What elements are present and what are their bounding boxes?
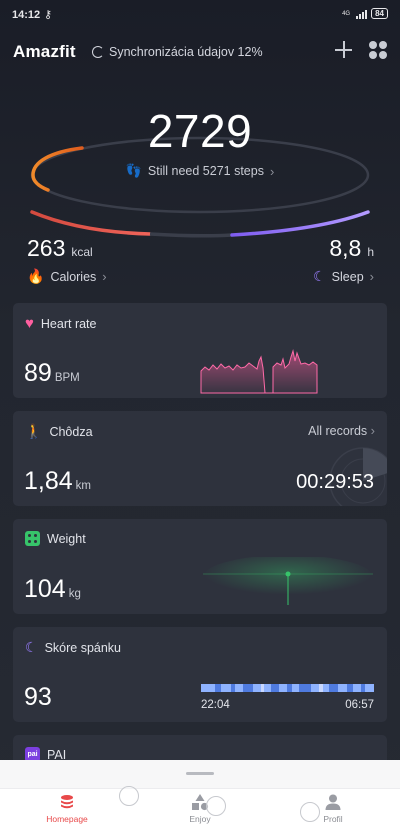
- touch-indicator: [300, 802, 320, 822]
- status-time: 14:12: [12, 9, 41, 21]
- all-records-link[interactable]: All records ›: [308, 423, 375, 438]
- drag-handle[interactable]: [186, 772, 214, 775]
- apps-grid-button[interactable]: [369, 41, 387, 59]
- heart-rate-reading: 89 BPM: [24, 359, 80, 388]
- heart-rate-unit: BPM: [54, 372, 80, 384]
- touch-indicator: [206, 796, 226, 816]
- sleep-arc: [230, 210, 370, 237]
- walking-title: 🚶 Chôdza: [25, 423, 93, 440]
- weight-unit: kg: [68, 588, 81, 600]
- chevron-right-icon: ›: [269, 163, 275, 179]
- calories-unit: kcal: [71, 245, 93, 259]
- homepage-icon: [61, 795, 73, 809]
- flame-icon: 🔥: [27, 268, 45, 284]
- scale-icon: [25, 531, 40, 546]
- app-header: Amazfit Synchronizácia údajov 12%: [0, 36, 400, 68]
- tab-bar: Homepage Enjoy Profil: [0, 788, 400, 833]
- sleep-label: Sleep: [331, 269, 364, 284]
- sleep-score-title: ☾ Skóre spánku: [25, 639, 121, 656]
- weight-value: 104: [24, 575, 66, 603]
- battery-icon: 84: [371, 8, 388, 19]
- tab-enjoy-label: Enjoy: [189, 814, 211, 824]
- sleep-score-reading: 93: [24, 683, 52, 712]
- weight-reading: 104 kg: [24, 575, 81, 604]
- signal-icon: [356, 9, 368, 19]
- sleep-value: 8,8: [329, 235, 362, 261]
- calories-summary[interactable]: 263 kcal 🔥 Calories ›: [27, 235, 107, 285]
- walking-duration: 00:29:53: [296, 471, 374, 493]
- walking-card[interactable]: 🚶 Chôdza All records › 1,84 km 00:29:53: [13, 411, 387, 506]
- status-indicators: 4G 84: [342, 8, 388, 19]
- walking-person-icon: 🚶: [25, 423, 43, 439]
- heart-icon: ♥: [25, 315, 34, 332]
- activity-dial[interactable]: 2729 👣 Still need 5271 steps › 263 kcal 🔥…: [0, 80, 400, 290]
- calories-value: 263: [27, 235, 66, 261]
- tab-homepage[interactable]: Homepage: [22, 793, 112, 824]
- heart-rate-card[interactable]: ♥ Heart rate 89 BPM: [13, 303, 387, 398]
- chevron-right-icon: ›: [369, 269, 374, 284]
- key-icon: ⚷: [44, 9, 53, 21]
- app-title: Amazfit: [13, 42, 76, 61]
- steps-remaining[interactable]: 👣 Still need 5271 steps ›: [0, 163, 400, 179]
- heart-rate-value: 89: [24, 359, 52, 387]
- all-records-text: All records: [308, 424, 368, 438]
- touch-indicator: [119, 786, 139, 806]
- chevron-right-icon: ›: [102, 269, 107, 284]
- weight-card[interactable]: Weight 104 kg: [13, 519, 387, 614]
- sync-spinner-icon: [92, 46, 104, 58]
- sleep-start-time: 22:04: [201, 699, 230, 711]
- tab-profile-label: Profil: [323, 814, 343, 824]
- walking-distance: 1,84 km: [24, 467, 91, 496]
- walking-label: Chôdza: [49, 424, 93, 439]
- sleep-unit: h: [367, 245, 374, 259]
- heart-rate-title: ♥ Heart rate: [25, 315, 97, 332]
- walking-distance-unit: km: [75, 480, 92, 492]
- inner-ring-track: [149, 232, 233, 238]
- sleep-summary[interactable]: 8,8 h ☾ Sleep ›: [313, 235, 374, 285]
- status-bar: 14:12 ⚷ 4G 84: [0, 0, 400, 30]
- step-count: 2729: [147, 105, 253, 157]
- sleep-score-value: 93: [24, 683, 52, 711]
- calories-label: Calories: [50, 269, 97, 284]
- calories-arc: [30, 210, 152, 236]
- sync-text: Synchronizácia údajov 12%: [109, 45, 263, 59]
- walking-distance-value: 1,84: [24, 467, 73, 495]
- app-screen: 14:12 ⚷ 4G 84 Amazfit Synchronizácia úda…: [0, 0, 400, 833]
- steps-remaining-text: Still need 5271 steps: [147, 164, 264, 178]
- tab-homepage-label: Homepage: [46, 814, 88, 824]
- sync-status: Synchronizácia údajov 12%: [92, 45, 263, 59]
- moon-icon: ☾: [25, 639, 38, 655]
- weight-chart: [203, 557, 373, 605]
- weight-label: Weight: [47, 531, 86, 546]
- heart-rate-chart: [200, 349, 318, 394]
- tab-enjoy[interactable]: Enjoy: [155, 793, 245, 824]
- heart-rate-label: Heart rate: [40, 316, 97, 331]
- profile-icon: [325, 794, 341, 810]
- chevron-right-icon: ›: [370, 423, 375, 438]
- add-button[interactable]: [333, 39, 355, 61]
- sleep-score-card[interactable]: ☾ Skóre spánku 93 22:04 06:57: [13, 627, 387, 722]
- sleep-stages-bar: [201, 684, 374, 692]
- sleep-end-time: 06:57: [345, 699, 374, 711]
- sleep-score-label: Skóre spánku: [44, 640, 121, 655]
- moon-icon: ☾: [313, 268, 326, 284]
- network-type: 4G: [342, 10, 351, 17]
- footsteps-icon: 👣: [125, 163, 142, 178]
- weight-title: Weight: [25, 531, 86, 546]
